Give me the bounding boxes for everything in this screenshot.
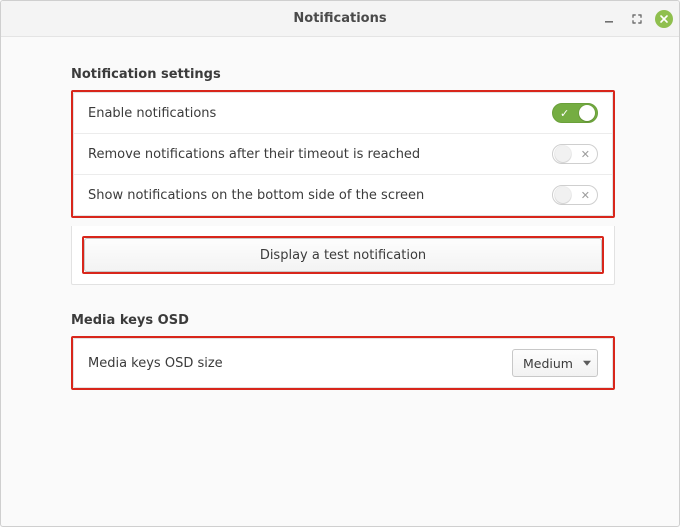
section-heading-notification: Notification settings	[1, 67, 679, 90]
highlight-notification-toggles: Enable notifications ✓ Remove notificati…	[71, 90, 615, 218]
window-title: Notifications	[293, 11, 386, 26]
row-enable-notifications: Enable notifications ✓	[74, 93, 612, 133]
label-show-bottom: Show notifications on the bottom side of…	[88, 188, 424, 203]
test-notification-area: Display a test notification	[71, 226, 615, 285]
chevron-down-icon	[583, 361, 591, 366]
notification-settings-section: Notification settings Enable notificatio…	[1, 67, 679, 285]
minimize-button[interactable]	[599, 9, 619, 29]
osd-size-selected-value: Medium	[523, 356, 573, 371]
label-remove-after-timeout: Remove notifications after their timeout…	[88, 147, 420, 162]
window-controls	[599, 1, 673, 37]
toggle-knob	[579, 105, 595, 121]
section-heading-osd: Media keys OSD	[1, 313, 679, 336]
osd-list: Media keys OSD size Medium	[73, 338, 613, 388]
content-area: Notification settings Enable notificatio…	[1, 37, 679, 390]
check-icon: ✓	[560, 106, 569, 122]
cross-icon: ✕	[581, 146, 590, 163]
row-osd-size: Media keys OSD size Medium	[74, 339, 612, 387]
label-enable-notifications: Enable notifications	[88, 106, 216, 121]
highlight-osd-row: Media keys OSD size Medium	[71, 336, 615, 390]
display-test-notification-button[interactable]: Display a test notification	[84, 238, 602, 272]
highlight-test-button: Display a test notification	[82, 236, 604, 274]
maximize-button[interactable]	[627, 9, 647, 29]
media-keys-osd-section: Media keys OSD Media keys OSD size Mediu…	[1, 313, 679, 390]
label-osd-size: Media keys OSD size	[88, 356, 223, 371]
toggle-remove-after-timeout[interactable]: ✕	[552, 144, 598, 164]
notification-settings-list: Enable notifications ✓ Remove notificati…	[73, 92, 613, 216]
toggle-knob	[555, 187, 571, 203]
cross-icon: ✕	[581, 187, 590, 204]
row-remove-after-timeout: Remove notifications after their timeout…	[74, 133, 612, 174]
osd-size-select[interactable]: Medium	[512, 349, 598, 377]
toggle-knob	[555, 146, 571, 162]
notifications-window: Notifications Notification settings	[0, 0, 680, 527]
close-button[interactable]	[655, 10, 673, 28]
toggle-enable-notifications[interactable]: ✓	[552, 103, 598, 123]
toggle-show-bottom[interactable]: ✕	[552, 185, 598, 205]
titlebar: Notifications	[1, 1, 679, 37]
row-show-bottom: Show notifications on the bottom side of…	[74, 174, 612, 215]
